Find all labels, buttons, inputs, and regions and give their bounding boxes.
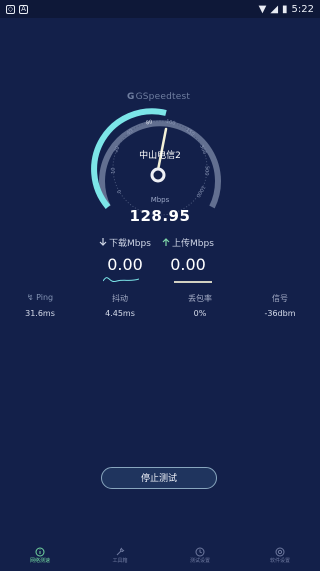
download-arrow-icon — [99, 238, 107, 246]
app-name: GSpeedtest — [135, 92, 191, 102]
app-logo: GGSpeedtest — [127, 92, 197, 104]
bottom-navigation: 网络测速 工具箱 测试设置 软件设置 — [0, 545, 320, 571]
speed-unit: Mbps — [150, 196, 170, 204]
upload-label-row: 上传Mbps — [153, 236, 223, 249]
clock-icon — [195, 547, 205, 557]
speed-gauge: 0 10 20 40 80 100 150 300 500 1000 中山电信2 Mbps 128… — [88, 106, 232, 228]
metrics-values: 31.6ms 4.45ms 0% -36dbm — [0, 309, 320, 321]
ping-header: ↯ Ping — [26, 293, 54, 302]
nav-app-settings[interactable]: 软件设置 — [240, 545, 320, 571]
nav-toolbox[interactable]: 工具箱 — [80, 545, 160, 571]
download-trend-chart — [103, 277, 139, 282]
packet-loss-value: 0% — [193, 309, 207, 318]
logo-icon: G — [127, 92, 135, 102]
gauge-tick-500: 500 — [203, 166, 210, 176]
nav-test-settings-label: 测试设置 — [189, 558, 210, 564]
status-app-icon: ◇ — [6, 4, 15, 14]
settings-circle-icon — [275, 547, 285, 557]
packet-loss-header: 丢包率 — [188, 294, 212, 303]
status-a-icon: A — [19, 4, 28, 14]
gauge-tick-10: 10 — [110, 167, 116, 174]
nav-network-speed[interactable]: 网络测速 — [0, 545, 80, 571]
metrics-header: ↯ Ping 抖动 丢包率 信号 — [0, 293, 320, 305]
upload-trend-line — [174, 281, 212, 283]
gauge-tick-0: 0 — [116, 188, 123, 194]
battery-icon: ▮ — [282, 3, 288, 15]
ping-icon: ↯ — [26, 293, 37, 302]
nav-app-settings-label: 软件设置 — [269, 558, 290, 564]
nav-network-speed-label: 网络测速 — [29, 558, 50, 564]
info-circle-icon — [35, 547, 45, 557]
ping-value: 31.6ms — [25, 309, 55, 318]
download-trend-line — [103, 277, 139, 282]
signal-icon: ◢ — [270, 3, 279, 15]
status-right-icons: ▼ ◢ ▮ 5:22 — [259, 4, 314, 15]
upload-label: 上传Mbps — [172, 238, 214, 249]
gauge-tick-1000: 1000 — [194, 184, 206, 198]
nav-toolbox-label: 工具箱 — [112, 558, 128, 564]
status-left-icons: ◇ A — [6, 4, 28, 14]
upload-speed-value: 0.00 — [170, 255, 206, 274]
wrench-icon — [115, 547, 125, 557]
signal-header: 信号 — [272, 294, 288, 303]
upload-speed-panel: 上传Mbps 0.00 — [153, 236, 223, 275]
gauge-hub — [150, 167, 166, 183]
download-speed-panel: 下载Mbps 0.00 — [90, 236, 160, 275]
jitter-value: 4.45ms — [105, 309, 135, 318]
download-label-row: 下载Mbps — [90, 236, 160, 249]
jitter-header: 抖动 — [112, 294, 128, 303]
status-time: 5:22 — [291, 3, 314, 15]
server-label: 中山电信2 — [139, 151, 181, 161]
download-label: 下载Mbps — [109, 238, 151, 249]
current-speed-value: 128.95 — [129, 207, 191, 225]
wifi-icon: ▼ — [258, 3, 267, 15]
status-bar: ◇ A ▼ ◢ ▮ 5:22 — [0, 0, 320, 18]
stop-test-button[interactable]: 停止测试 — [101, 467, 217, 489]
nav-test-settings[interactable]: 测试设置 — [160, 545, 240, 571]
signal-value: -36dbm — [264, 309, 296, 318]
upload-arrow-icon — [162, 238, 170, 246]
